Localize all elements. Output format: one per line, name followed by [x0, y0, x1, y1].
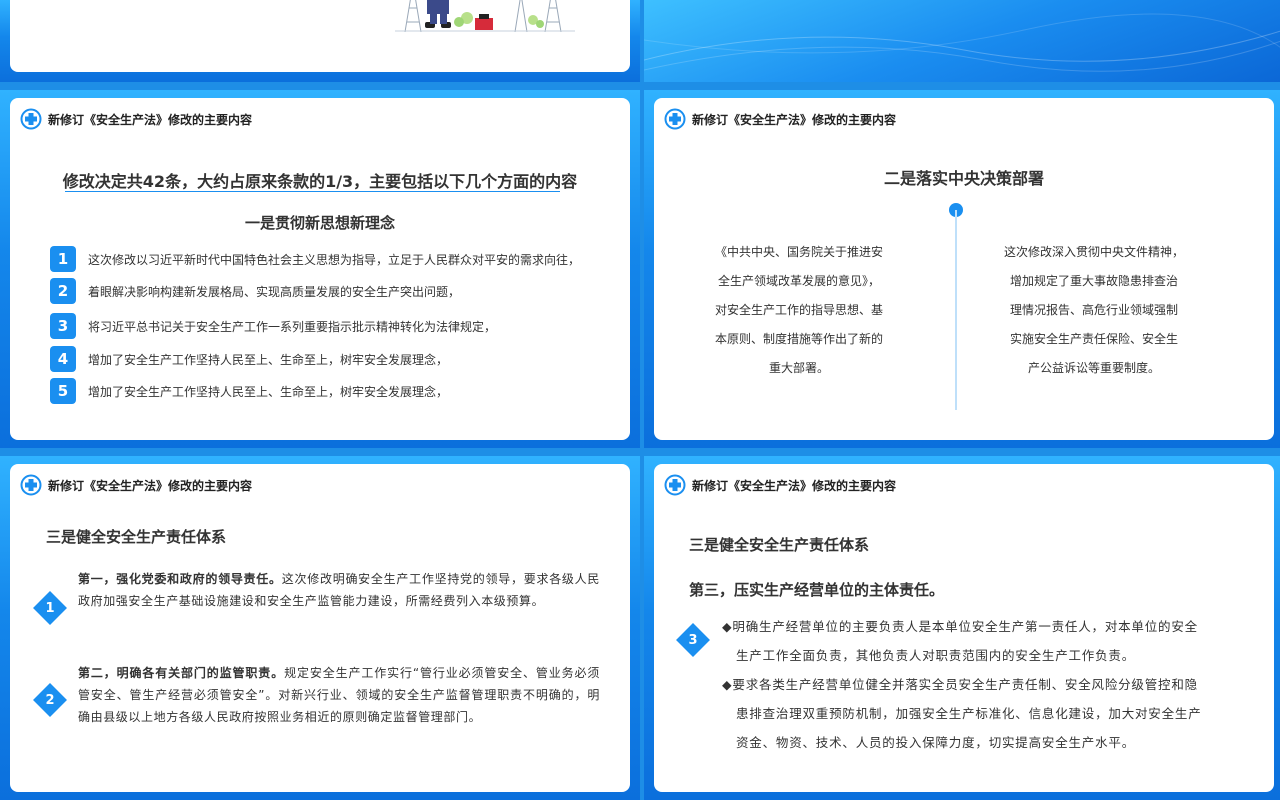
left-line: 对安全生产工作的指导思想、基 — [714, 303, 883, 317]
bullet-line: 生产工作全面负责，其他负责人对职责范围内的安全生产工作负责。 — [736, 648, 1136, 663]
right-line: 这次修改深入贯彻中央文件精神， — [1003, 245, 1184, 259]
slide-thumbnail-4[interactable]: 新修订《安全生产法》修改的主要内容 二是落实中央决策部署 《中共中央、国务院关于… — [644, 90, 1280, 448]
bullet-line: ◆明确生产经营单位的主要负责人是本单位安全生产第一责任人，对本单位的安全 — [722, 619, 1198, 634]
slide-header: 新修订《安全生产法》修改的主要内容 — [664, 108, 896, 130]
list-item: 5 增加了安全生产工作坚持人民至上、生命至上，树牢安全发展理念， — [50, 378, 448, 404]
left-line: 本原则、制度措施等作出了新的 — [714, 332, 883, 346]
slide-subtitle: 一是贯彻新思想新理念 — [244, 214, 395, 232]
number-badge: 5 — [50, 378, 76, 404]
right-line: 理情况报告、高危行业领域强制 — [1009, 303, 1178, 317]
slide-thumbnail-3[interactable]: 新修订《安全生产法》修改的主要内容 修改决定共42条，大约占原来条款的1/3，主… — [0, 90, 640, 448]
left-line: 重大部署。 — [768, 361, 829, 375]
number-badge: 1 — [50, 246, 76, 272]
slide-card: 新修订《安全生产法》修改的主要内容 二是落实中央决策部署 《中共中央、国务院关于… — [654, 98, 1274, 440]
slide-header: 新修订《安全生产法》修改的主要内容 — [20, 474, 252, 496]
safety-cross-logo-icon — [664, 474, 686, 496]
bullet-line: 患排查治理双重预防机制，加强安全生产标准化、信息化建设，加大对安全生产 — [736, 706, 1202, 721]
slide-thumbnail-6[interactable]: 新修订《安全生产法》修改的主要内容 三是健全安全生产责任体系 第三，压实生产经营… — [644, 456, 1280, 800]
slide-thumbnail-5[interactable]: 新修订《安全生产法》修改的主要内容 三是健全安全生产责任体系 1 第一，强化党委… — [0, 456, 640, 800]
list-item: 1 这次修改以习近平新时代中国特色社会主义思想为指导，立足于人民群众对平安的需求… — [50, 246, 580, 272]
diamond-number: 1 — [45, 600, 55, 616]
number-badge: 2 — [50, 278, 76, 304]
right-line: 产公益诉讼等重要制度。 — [1027, 361, 1160, 375]
list-item-text: 增加了安全生产工作坚持人民至上、生命至上，树牢安全发展理念， — [88, 384, 449, 399]
wave-background-icon — [644, 13, 1280, 72]
slide-header-title: 新修订《安全生产法》修改的主要内容 — [692, 478, 897, 493]
timeline-line — [955, 210, 957, 410]
right-line: 增加规定了重大事故隐患排查治 — [1009, 274, 1178, 288]
left-column: 《中共中央、国务院关于推进安 全生产领域改革发展的意见》， 对安全生产工作的指导… — [704, 238, 894, 383]
list-item-text: 增加了安全生产工作坚持人民至上、生命至上，树牢安全发展理念， — [88, 352, 449, 367]
list-item: 4 增加了安全生产工作坚持人民至上、生命至上，树牢安全发展理念， — [50, 346, 448, 372]
slide-card: 新修订《安全生产法》修改的主要内容 三是健全安全生产责任体系 1 第一，强化党委… — [10, 464, 630, 792]
diamond-number: 2 — [45, 692, 55, 708]
slide-card: 新修订《安全生产法》修改的主要内容 修改决定共42条，大约占原来条款的1/3，主… — [10, 98, 630, 440]
section-title: 三是健全安全生产责任体系 — [689, 536, 870, 554]
right-column: 这次修改深入贯彻中央文件精神， 增加规定了重大事故隐患排查治 理情况报告、高危行… — [999, 238, 1189, 383]
diamond-number: 3 — [688, 632, 698, 648]
point-lead: 第一，强化党委和政府的领导责任。 — [78, 572, 282, 586]
number-badge: 4 — [50, 346, 76, 372]
section-title: 三是健全安全生产责任体系 — [46, 528, 227, 546]
section-subtitle: 第三，压实生产经营单位的主体责任。 — [689, 581, 945, 599]
bullet-line: 资金、物资、技术、人员的投入保障力度，切实提高安全生产水平。 — [736, 735, 1136, 750]
bullet-item: ◆要求各类生产经营单位健全并落实全员安全生产责任制、安全风险分级管控和隐 患排查… — [722, 670, 1274, 757]
list-item: 2 着眼解决影响构建新发展格局、实现高质量发展的安全生产突出问题， — [50, 278, 460, 304]
slide-card — [10, 0, 630, 72]
point-lead: 第二，明确各有关部门的监管职责。 — [78, 666, 285, 680]
bullet-item: ◆明确生产经营单位的主要负责人是本单位安全生产第一责任人，对本单位的安全 生产工… — [722, 612, 1274, 670]
list-item-text: 将习近平总书记关于安全生产工作一系列重要指示批示精神转化为法律规定， — [88, 319, 497, 334]
slide-title: 二是落实中央决策部署 — [883, 169, 1044, 188]
slide-title: 修改决定共42条，大约占原来条款的1/3，主要包括以下几个方面的内容 — [62, 172, 578, 191]
safety-cross-logo-icon — [20, 474, 42, 496]
left-line: 全生产领域改革发展的意见》， — [717, 274, 880, 288]
list-item: 3 将习近平总书记关于安全生产工作一系列重要指示批示精神转化为法律规定， — [50, 313, 496, 339]
number-badge: 3 — [50, 313, 76, 339]
point-paragraph: 第一，强化党委和政府的领导责任。这次修改明确安全生产工作坚持党的领导，要求各级人… — [78, 568, 600, 612]
title-underline — [65, 191, 560, 192]
slide-thumbnail-1[interactable] — [0, 0, 640, 82]
slide-header: 新修订《安全生产法》修改的主要内容 — [20, 108, 252, 130]
slide-header-title: 新修订《安全生产法》修改的主要内容 — [692, 112, 897, 127]
slide-thumbnail-2[interactable] — [644, 0, 1280, 82]
slide-header-title: 新修订《安全生产法》修改的主要内容 — [48, 112, 253, 127]
safety-cross-logo-icon — [664, 108, 686, 130]
left-line: 《中共中央、国务院关于推进安 — [714, 245, 883, 259]
slide-header: 新修订《安全生产法》修改的主要内容 — [664, 474, 896, 496]
bullet-line: ◆要求各类生产经营单位健全并落实全员安全生产责任制、安全风险分级管控和隐 — [722, 677, 1198, 692]
slide-card: 新修订《安全生产法》修改的主要内容 三是健全安全生产责任体系 第三，压实生产经营… — [654, 464, 1274, 792]
slide-grid: 新修订《安全生产法》修改的主要内容 修改决定共42条，大约占原来条款的1/3，主… — [0, 0, 1280, 800]
slide-header-title: 新修订《安全生产法》修改的主要内容 — [48, 478, 253, 493]
worker-illustration-icon — [395, 0, 575, 32]
point-paragraph: 第二，明确各有关部门的监管职责。规定安全生产工作实行“管行业必须管安全、管业务必… — [78, 662, 600, 728]
list-item-text: 这次修改以习近平新时代中国特色社会主义思想为指导，立足于人民群众对平安的需求向往… — [88, 252, 581, 267]
safety-cross-logo-icon — [20, 108, 42, 130]
list-item-text: 着眼解决影响构建新发展格局、实现高质量发展的安全生产突出问题， — [88, 284, 461, 299]
right-line: 实施安全生产责任保险、安全生 — [1009, 332, 1178, 346]
